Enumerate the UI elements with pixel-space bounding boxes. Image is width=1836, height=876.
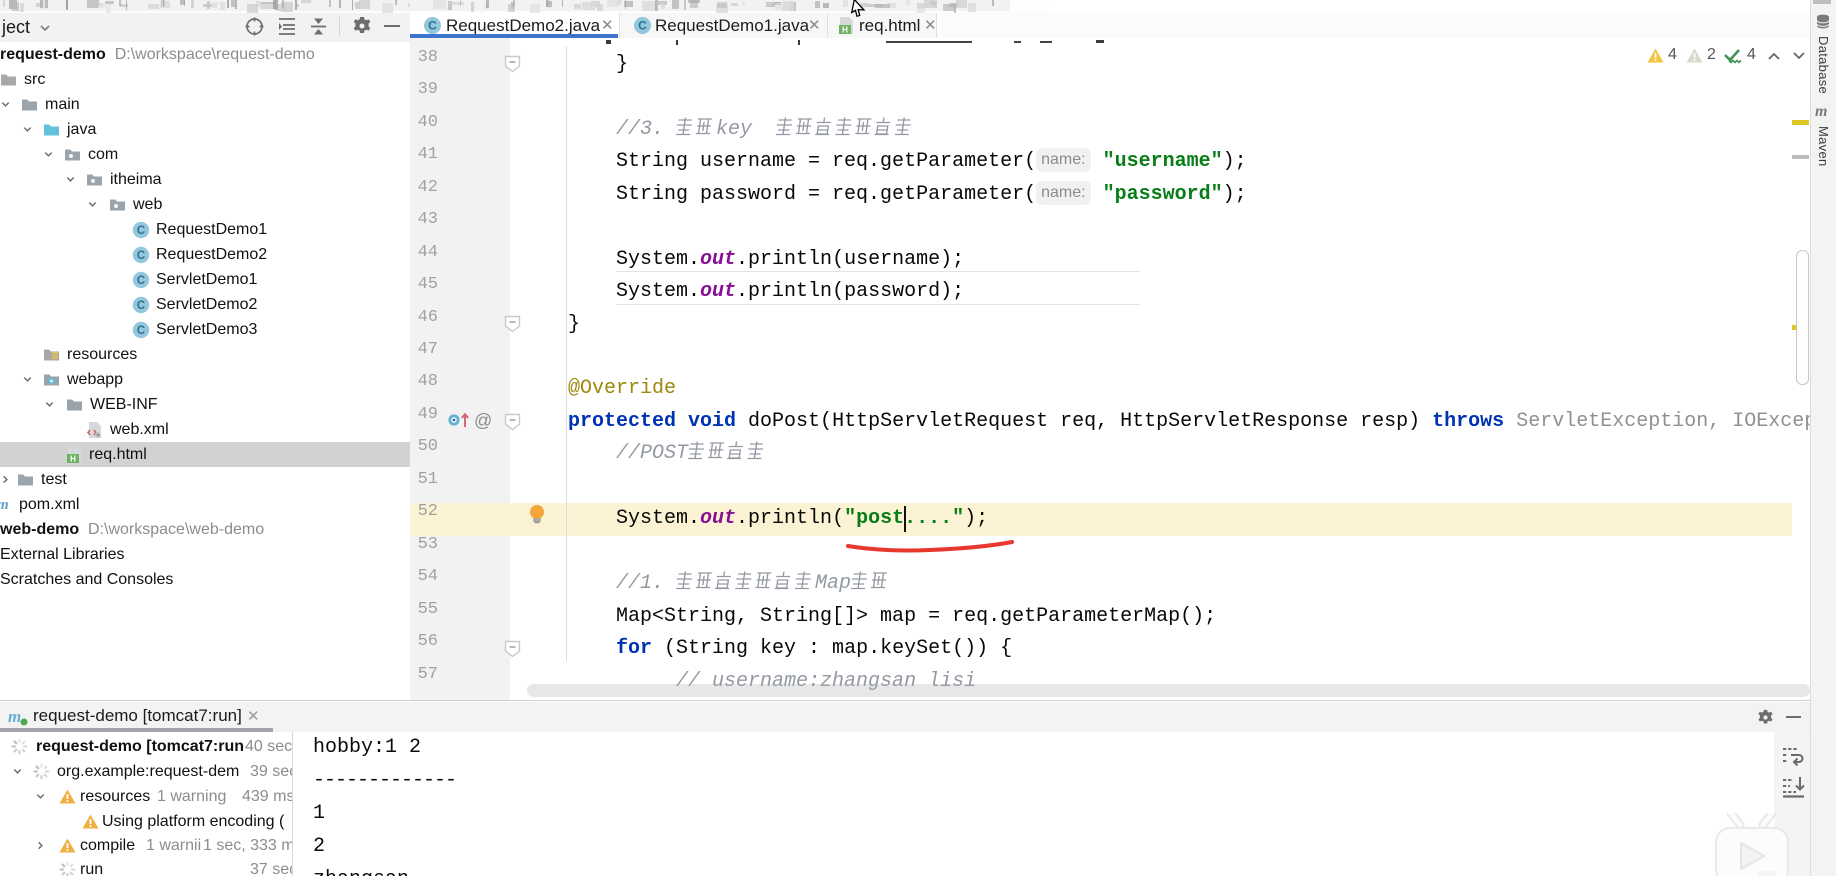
- svg-text:C: C: [428, 19, 437, 33]
- svg-text:@: @: [474, 411, 492, 431]
- svg-text:H: H: [842, 26, 848, 35]
- svg-text:m: m: [0, 497, 9, 512]
- svg-text:H: H: [70, 455, 76, 464]
- svg-text:m: m: [8, 707, 21, 726]
- svg-text:C: C: [638, 19, 647, 33]
